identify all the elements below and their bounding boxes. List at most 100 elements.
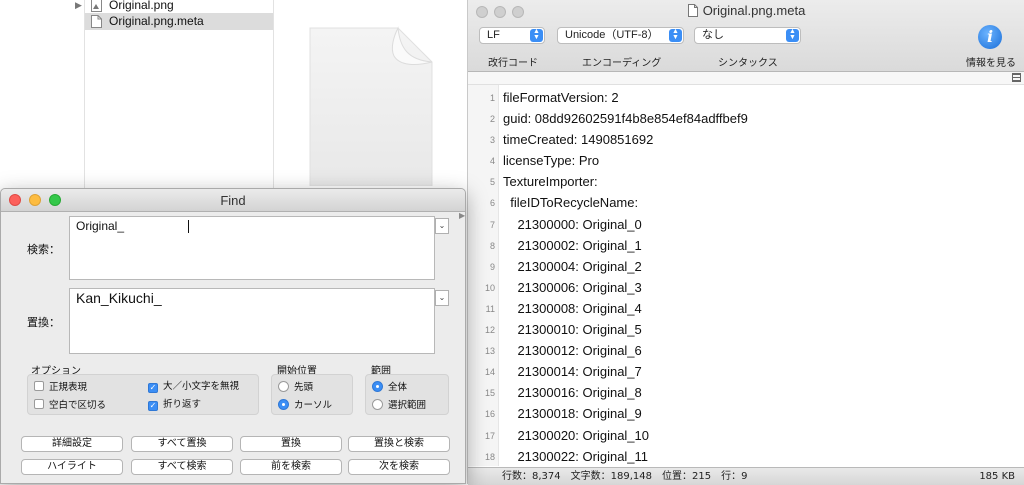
search-label: 検索： (27, 243, 60, 256)
code-line[interactable]: 18 21300022: Original_11 (468, 446, 1024, 467)
line-text: timeCreated: 1490851692 (503, 132, 654, 148)
line-ending-select[interactable]: LF ▲ ▼ (479, 27, 545, 44)
start-top-radio[interactable]: 先頭 (278, 381, 313, 394)
finder-column: ▶ (0, 0, 85, 190)
search-value: Original_ (76, 219, 125, 233)
line-number: 17 (484, 430, 495, 441)
ruler-bar (468, 72, 1024, 85)
radio-selected-icon (372, 381, 383, 392)
code-line[interactable]: 2 guid: 08dd92602591f4b8e854ef84adffbef9 (468, 108, 1024, 129)
replace-value: Kan_Kikuchi_ (76, 290, 162, 306)
window-title-text: Original.png.meta (702, 3, 806, 18)
info-label: 情報を見る (966, 58, 1016, 69)
code-line[interactable]: 8 21300002: Original_1 (468, 235, 1024, 256)
find-titlebar: Find (1, 189, 465, 212)
range-all-label: 全体 (388, 382, 408, 393)
code-line[interactable]: 7 21300000: Original_0 (468, 214, 1024, 235)
editor-toolbar: Original.png.meta LF ▲ ▼ Unicode（UTF-8） ▲… (468, 0, 1024, 72)
code-line[interactable]: 16 21300018: Original_9 (468, 403, 1024, 424)
chevron-updown-icon: ▲ ▼ (786, 28, 799, 42)
line-text: 21300000: Original_0 (503, 216, 642, 232)
file-list-item[interactable]: Original.png (85, 0, 273, 14)
line-number: 16 (484, 409, 495, 420)
line-number: 14 (484, 367, 495, 378)
line-number: 9 (489, 261, 495, 272)
code-line[interactable]: 5 TextureImporter: (468, 171, 1024, 192)
whitespace-label: 空白で区切る (49, 400, 107, 411)
line-text: 21300008: Original_4 (503, 300, 642, 316)
wrap-checkbox[interactable]: ✓ 折り返す (148, 399, 201, 411)
code-line[interactable]: 13 21300012: Original_6 (468, 340, 1024, 361)
code-line[interactable]: 4 licenseType: Pro (468, 150, 1024, 171)
find-all-button[interactable]: すべて検索 (131, 459, 233, 475)
regex-checkbox[interactable]: 正規表現 (34, 381, 87, 394)
find-next-button[interactable]: 次を検索 (348, 459, 450, 475)
line-text: fileFormatVersion: 2 (503, 90, 619, 105)
line-number: 10 (484, 282, 495, 293)
details-button[interactable]: 詳細設定 (21, 436, 123, 452)
range-selection-label: 選択範囲 (388, 400, 427, 411)
line-number: 7 (489, 219, 495, 230)
text-cursor (188, 220, 189, 233)
line-text: 21300018: Original_9 (503, 406, 642, 422)
highlight-button[interactable]: ハイライト (21, 459, 123, 475)
file-name: Original.png.meta (109, 14, 204, 28)
range-all-radio[interactable]: 全体 (372, 381, 407, 394)
code-line[interactable]: 1 fileFormatVersion: 2 (468, 87, 1024, 108)
start-top-label: 先頭 (294, 382, 314, 393)
regex-label: 正規表現 (49, 382, 88, 393)
replace-label: 置換： (27, 316, 60, 329)
disclosure-triangle-icon[interactable]: ▶ (75, 1, 82, 11)
code-line[interactable]: 17 21300020: Original_10 (468, 425, 1024, 446)
line-text: 21300004: Original_2 (503, 258, 642, 274)
options-group: 正規表現 ✓ 大／小文字を無視 空白で区切る ✓ 折り返す (27, 374, 259, 415)
code-line[interactable]: 3 timeCreated: 1490851692 (468, 129, 1024, 150)
status-summary: 行数：8,374 文字数：189,148 位置：215 行：9 (502, 471, 748, 482)
line-text: licenseType: Pro (503, 153, 600, 169)
replace-input[interactable]: Kan_Kikuchi_ (69, 288, 435, 354)
code-line[interactable]: 11 21300008: Original_4 (468, 298, 1024, 319)
line-number: 4 (489, 156, 495, 167)
line-text: 21300002: Original_1 (503, 237, 642, 253)
line-number: 3 (489, 135, 495, 146)
code-line[interactable]: 6 fileIDToRecycleName: (468, 192, 1024, 213)
file-list-item-selected[interactable]: Original.png.meta (85, 13, 273, 30)
replace-history-button[interactable]: ⌄ (435, 290, 449, 306)
replace-and-find-button[interactable]: 置換と検索 (348, 436, 450, 452)
find-title: Find (220, 193, 246, 208)
line-text: 21300016: Original_8 (503, 385, 642, 401)
code-line[interactable]: 15 21300016: Original_8 (468, 382, 1024, 403)
start-cursor-radio[interactable]: カーソル (278, 399, 332, 412)
code-line[interactable]: 10 21300006: Original_3 (468, 277, 1024, 298)
ignore-case-checkbox[interactable]: ✓ 大／小文字を無視 (148, 381, 239, 393)
code-line[interactable]: 9 21300004: Original_2 (468, 256, 1024, 277)
text-file-icon (91, 15, 102, 28)
code-line[interactable]: 12 21300010: Original_5 (468, 319, 1024, 340)
whitespace-checkbox[interactable]: 空白で区切る (34, 399, 106, 412)
range-selection-radio[interactable]: 選択範囲 (372, 399, 426, 412)
line-text: 21300010: Original_5 (503, 322, 642, 338)
radio-icon (372, 399, 383, 410)
range-group: 全体 選択範囲 (365, 374, 449, 415)
info-icon[interactable]: i (978, 25, 1002, 49)
ruler-menu-icon[interactable] (1012, 73, 1021, 82)
line-number: 1 (489, 93, 495, 103)
line-text: 21300022: Original_11 (503, 448, 649, 464)
search-history-button[interactable]: ⌄ (435, 218, 449, 234)
replace-all-button[interactable]: すべて置換 (131, 436, 233, 452)
text-content[interactable]: 1 fileFormatVersion: 2 2 guid: 08dd92602591… (468, 87, 1024, 467)
text-editor-window: Original.png.meta LF ▲ ▼ Unicode（UTF-8） ▲… (467, 0, 1024, 485)
collapse-arrow-icon[interactable]: ▶ (459, 211, 465, 220)
finder-window: ▶ Original.png Original.png.meta (0, 0, 470, 190)
line-number: 15 (484, 388, 495, 399)
encoding-select[interactable]: Unicode（UTF-8） ▲ ▼ (557, 27, 684, 44)
code-line[interactable]: 14 21300014: Original_7 (468, 361, 1024, 382)
ignore-case-label: 大／小文字を無視 (163, 381, 240, 392)
start-cursor-label: カーソル (294, 400, 333, 411)
replace-button[interactable]: 置換 (240, 436, 342, 452)
search-input[interactable]: Original_ (69, 216, 435, 280)
syntax-select[interactable]: なし ▲ ▼ (694, 27, 801, 44)
line-number: 2 (489, 114, 495, 125)
find-previous-button[interactable]: 前を検索 (240, 459, 342, 475)
line-text: guid: 08dd92602591f4b8e854ef84adffbef9 (503, 111, 748, 127)
